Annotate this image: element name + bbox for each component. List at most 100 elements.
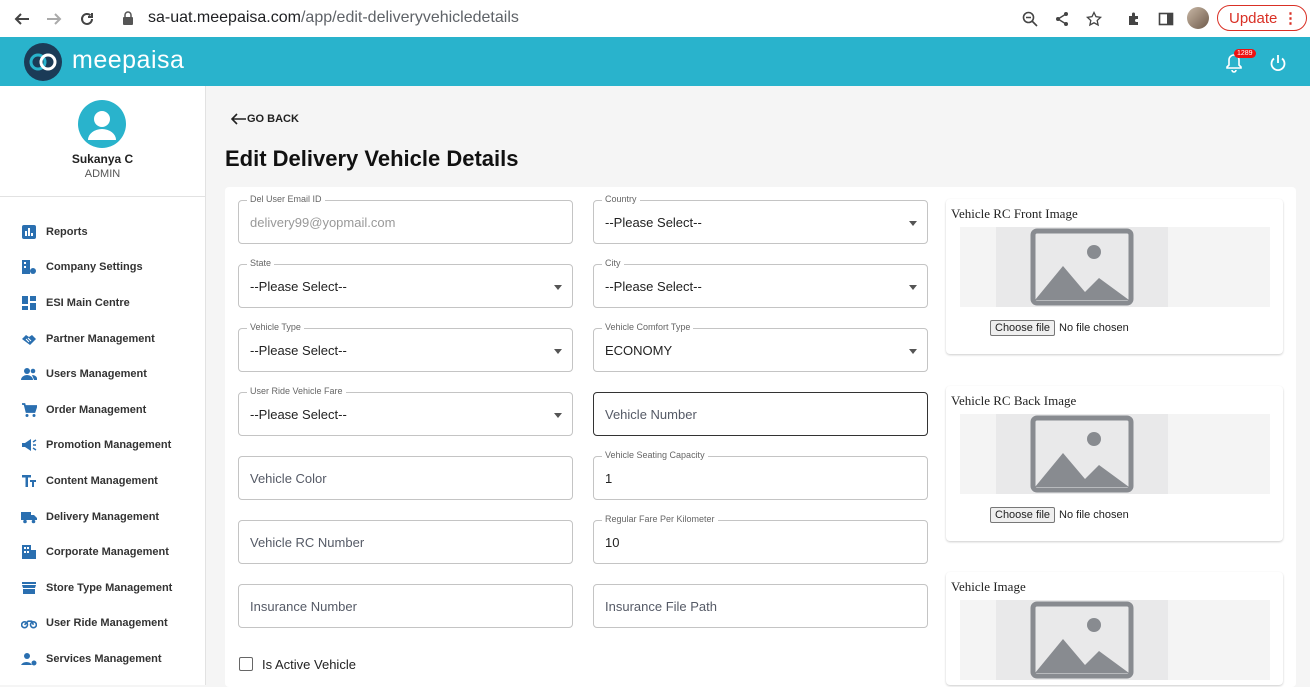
- city-value: --Please Select--: [605, 279, 702, 294]
- sidebar-item-label: User Ride Management: [46, 617, 168, 630]
- state-select[interactable]: State --Please Select--: [238, 258, 573, 308]
- choose-file-button[interactable]: Choose file: [990, 507, 1056, 523]
- sidebar-item-reports[interactable]: Reports: [0, 214, 205, 250]
- back-arrow-icon[interactable]: [11, 8, 33, 30]
- side-panel-icon[interactable]: [1156, 9, 1176, 29]
- ride-fare-select[interactable]: User Ride Vehicle Fare --Please Select--: [238, 386, 573, 436]
- cart-icon: [21, 402, 37, 418]
- sidebar: Sukanya C ADMIN Reports Company Settings…: [0, 86, 206, 685]
- sidebar-item-services-management[interactable]: Services Management: [0, 641, 205, 677]
- reload-icon[interactable]: [76, 8, 98, 30]
- vehicle-number-input[interactable]: Vehicle Number: [593, 392, 928, 436]
- file-input[interactable]: Choose file No file chosen: [990, 507, 1129, 523]
- sidebar-item-users-management[interactable]: Users Management: [0, 356, 205, 392]
- services-icon: [21, 651, 37, 667]
- dropdown-arrow-icon: [554, 285, 562, 290]
- email-field[interactable]: Del User Email ID delivery99@yopmail.com: [238, 194, 573, 244]
- forward-arrow-icon[interactable]: [43, 8, 65, 30]
- file-input[interactable]: Choose file No file chosen: [990, 320, 1129, 336]
- vehicle-image-card: Vehicle Image: [946, 572, 1283, 685]
- sidebar-item-esi-main-centre[interactable]: ESI Main Centre: [0, 285, 205, 321]
- comfort-type-label: Vehicle Comfort Type: [602, 322, 694, 332]
- zoom-icon[interactable]: [1020, 9, 1040, 29]
- seating-capacity-input[interactable]: Vehicle Seating Capacity 1: [593, 450, 928, 500]
- star-icon[interactable]: [1084, 9, 1104, 29]
- fare-per-km-label: Regular Fare Per Kilometer: [602, 514, 718, 524]
- profile-avatar[interactable]: [1187, 7, 1209, 29]
- country-select[interactable]: Country --Please Select--: [593, 194, 928, 244]
- sidebar-item-order-management[interactable]: Order Management: [0, 392, 205, 428]
- sidebar-item-label: Company Settings: [46, 261, 143, 274]
- fare-per-km-input[interactable]: Regular Fare Per Kilometer 10: [593, 514, 928, 564]
- vehicle-number-placeholder: Vehicle Number: [605, 407, 697, 422]
- sidebar-item-label: Partner Management: [46, 332, 155, 345]
- power-icon[interactable]: [1269, 54, 1287, 72]
- image-preview: [960, 227, 1270, 307]
- update-label: Update: [1229, 9, 1278, 27]
- is-active-checkbox[interactable]: [239, 657, 253, 671]
- sidebar-item-delivery-management[interactable]: Delivery Management: [0, 499, 205, 535]
- seating-capacity-label: Vehicle Seating Capacity: [602, 450, 708, 460]
- page-title: Edit Delivery Vehicle Details: [225, 146, 519, 171]
- sidebar-item-label: Promotion Management: [46, 439, 172, 452]
- vehicle-color-input[interactable]: Vehicle Color: [238, 456, 573, 500]
- sidebar-item-promotion-management[interactable]: Promotion Management: [0, 428, 205, 464]
- truck-icon: [21, 509, 37, 525]
- country-label: Country: [602, 194, 640, 204]
- sidebar-divider: [0, 196, 205, 197]
- sidebar-item-corporate-management[interactable]: Corporate Management: [0, 534, 205, 570]
- address-bar[interactable]: sa-uat.meepaisa.com/app/edit-deliveryveh…: [112, 5, 1112, 31]
- url-host: sa-uat.meepaisa.com: [148, 9, 301, 26]
- vehicle-type-select[interactable]: Vehicle Type --Please Select--: [238, 322, 573, 372]
- arrow-left-icon: [231, 113, 246, 125]
- city-select[interactable]: City --Please Select--: [593, 258, 928, 308]
- city-label: City: [602, 258, 624, 268]
- sidebar-item-label: Users Management: [46, 368, 147, 381]
- rc-back-title: Vehicle RC Back Image: [951, 393, 1077, 408]
- rc-back-image-card: Vehicle RC Back Image Choose file No fil…: [946, 386, 1283, 541]
- dropdown-arrow-icon: [909, 221, 917, 226]
- image-placeholder-icon: [996, 227, 1168, 307]
- comfort-type-select[interactable]: Vehicle Comfort Type ECONOMY: [593, 322, 928, 372]
- fare-per-km-value: 10: [605, 535, 620, 550]
- file-status: No file chosen: [1059, 322, 1129, 334]
- store-icon: [21, 580, 37, 596]
- go-back-label: GO BACK: [247, 113, 299, 125]
- comfort-type-value: ECONOMY: [605, 343, 673, 358]
- rc-number-input[interactable]: Vehicle RC Number: [238, 520, 573, 564]
- sidebar-item-partner-management[interactable]: Partner Management: [0, 321, 205, 357]
- choose-file-button[interactable]: Choose file: [990, 320, 1056, 336]
- dropdown-arrow-icon: [909, 349, 917, 354]
- text-fields-icon: [21, 473, 37, 489]
- user-role: ADMIN: [84, 168, 121, 180]
- sidebar-item-company-settings[interactable]: Company Settings: [0, 250, 205, 286]
- users-icon: [21, 366, 37, 382]
- country-value: --Please Select--: [605, 215, 702, 230]
- lock-icon: [123, 11, 133, 25]
- megaphone-icon: [21, 437, 37, 453]
- ride-fare-label: User Ride Vehicle Fare: [247, 386, 346, 396]
- update-button[interactable]: Update ⋮: [1217, 5, 1307, 31]
- sidebar-item-store-type-management[interactable]: Store Type Management: [0, 570, 205, 606]
- insurance-path-input[interactable]: Insurance File Path: [593, 584, 928, 628]
- dropdown-arrow-icon: [909, 285, 917, 290]
- browser-toolbar: sa-uat.meepaisa.com/app/edit-deliveryveh…: [0, 0, 1310, 38]
- vehicle-type-value: --Please Select--: [250, 343, 347, 358]
- rc-front-image-card: Vehicle RC Front Image Choose file No fi…: [946, 199, 1283, 354]
- vehicle-type-label: Vehicle Type: [247, 322, 304, 332]
- ride-fare-value: --Please Select--: [250, 407, 347, 422]
- seating-capacity-value: 1: [605, 471, 613, 486]
- image-placeholder-icon: [996, 414, 1168, 494]
- share-icon[interactable]: [1052, 9, 1072, 29]
- dropdown-arrow-icon: [554, 413, 562, 418]
- vehicle-image-title: Vehicle Image: [951, 579, 1026, 594]
- app-header: meepaisa 1289: [0, 37, 1310, 86]
- insurance-number-input[interactable]: Insurance Number: [238, 584, 573, 628]
- extensions-icon[interactable]: [1124, 9, 1144, 29]
- sidebar-item-content-management[interactable]: Content Management: [0, 463, 205, 499]
- sidebar-item-label: Store Type Management: [46, 581, 173, 594]
- go-back-link[interactable]: GO BACK: [231, 113, 299, 125]
- email-label: Del User Email ID: [247, 194, 325, 204]
- brand-name: meepaisa: [72, 46, 185, 74]
- sidebar-item-user-ride-management[interactable]: User Ride Management: [0, 606, 205, 642]
